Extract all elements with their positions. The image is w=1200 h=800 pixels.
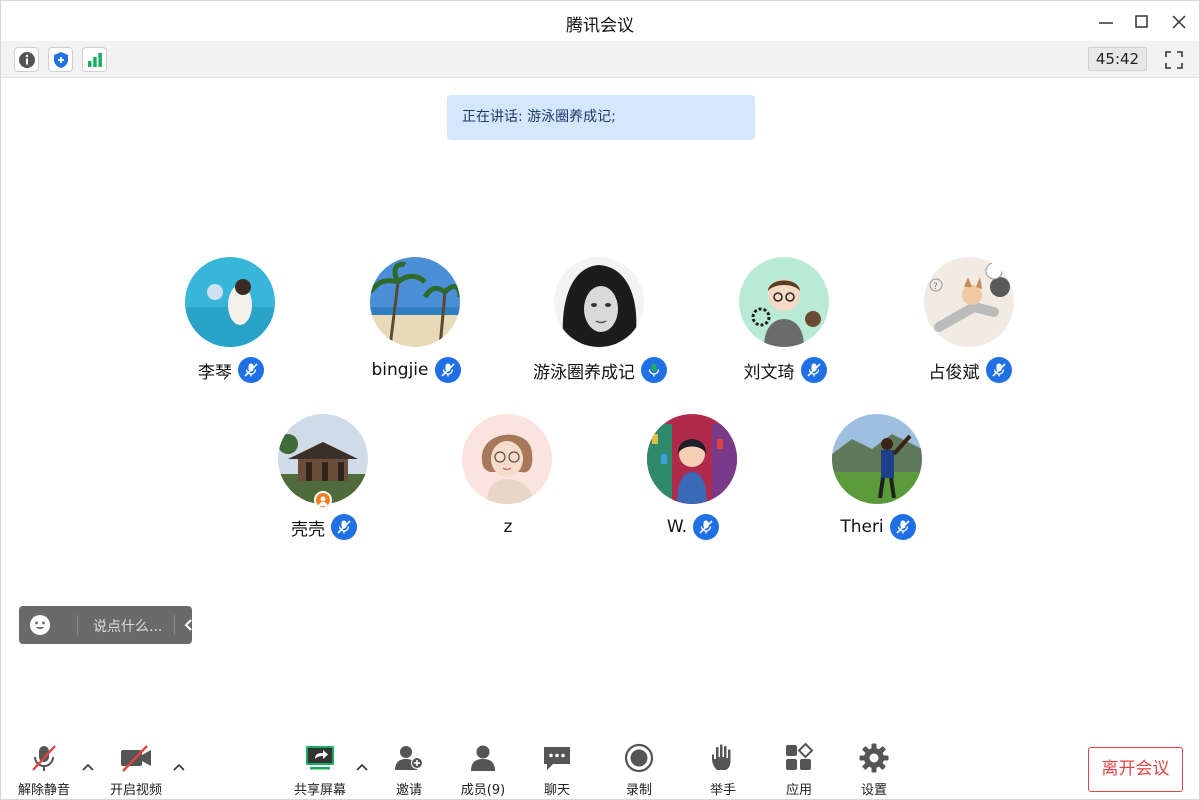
shield-icon — [53, 51, 68, 68]
participant-name: 壳壳 — [291, 519, 325, 540]
mic-muted-icon — [434, 357, 461, 383]
tool-label: 邀请 — [395, 783, 422, 798]
mic-off-icon — [27, 741, 61, 775]
meeting-timer: 45:42 — [1088, 47, 1147, 71]
mic-active-icon — [641, 357, 667, 383]
mic-muted-icon — [693, 514, 720, 540]
speaking-indicator: 正在讲话: 游泳圈养成记; — [447, 95, 755, 140]
start-video-button[interactable]: 开启视频 — [101, 741, 171, 798]
participant-tile[interactable]: 游泳圈养成记 — [508, 252, 692, 406]
members-icon — [466, 741, 500, 775]
chat-quick-input[interactable]: 说点什么... — [19, 606, 192, 644]
avatar — [462, 414, 552, 504]
record-icon — [622, 741, 656, 775]
participant-tile[interactable]: 李琴 — [139, 252, 323, 406]
svg-text:?: ? — [933, 282, 938, 292]
avatar — [647, 414, 737, 504]
tool-label: 共享屏幕 — [293, 783, 346, 798]
mic-muted-icon — [985, 357, 1012, 383]
avatar — [739, 257, 829, 347]
participant-name: bingjie — [371, 360, 429, 380]
raise-hand-button[interactable]: 举手 — [688, 741, 758, 798]
divider — [77, 615, 78, 635]
participant-tile[interactable]: W. — [601, 409, 785, 563]
chevron-up-icon[interactable] — [171, 759, 187, 775]
video-off-icon — [119, 741, 153, 775]
fullscreen-button[interactable] — [1161, 47, 1187, 72]
apps-button[interactable]: 应用 — [764, 741, 834, 798]
meeting-toolbar: 解除静音 开启视频 共享屏幕 邀请 成员(9) 聊天 录制 举手 应用 设置 离… — [1, 731, 1199, 799]
participant-name: 刘文琦 — [743, 362, 795, 383]
participant-tile[interactable]: ? 占俊斌 — [878, 252, 1062, 406]
participant-name: z — [503, 517, 513, 537]
meeting-info-button[interactable] — [14, 47, 39, 72]
tool-label: 开启视频 — [109, 783, 162, 798]
chat-icon — [540, 741, 574, 775]
share-screen-button[interactable]: 共享屏幕 — [285, 741, 355, 798]
maximize-button[interactable] — [1129, 9, 1155, 35]
share-screen-icon — [303, 741, 337, 775]
tool-label: 解除静音 — [17, 783, 70, 798]
chevron-up-icon[interactable] — [354, 759, 370, 775]
mic-muted-icon — [800, 357, 827, 383]
participant-tile[interactable]: bingjie — [324, 252, 508, 406]
emoji-icon[interactable] — [29, 614, 51, 636]
members-button[interactable]: 成员(9) — [448, 741, 518, 798]
participant-name: W. — [666, 517, 688, 537]
window-title: 腾讯会议 — [566, 16, 634, 36]
participant-name: Theri — [840, 517, 884, 537]
participant-name: 占俊斌 — [928, 362, 980, 383]
mic-muted-icon — [238, 357, 264, 383]
tool-label: 聊天 — [543, 783, 570, 798]
gear-icon — [857, 741, 891, 775]
apps-icon — [782, 741, 816, 775]
info-bar: 45:42 — [1, 41, 1199, 78]
mic-muted-icon — [331, 514, 357, 540]
divider — [174, 615, 175, 635]
host-badge — [314, 491, 332, 509]
mic-muted-icon — [889, 514, 916, 540]
tool-label: 设置 — [860, 783, 887, 798]
invite-button[interactable]: 邀请 — [374, 741, 444, 798]
avatar: ? — [924, 257, 1014, 347]
signal-icon — [87, 52, 102, 67]
info-icon — [18, 51, 35, 68]
maximize-icon — [1135, 15, 1148, 28]
unmute-button[interactable]: 解除静音 — [9, 741, 79, 798]
chevron-left-icon[interactable] — [182, 617, 196, 633]
tool-label: 应用 — [785, 783, 812, 798]
participant-tile[interactable]: 壳壳 — [232, 409, 416, 563]
record-button[interactable]: 录制 — [604, 741, 674, 798]
participant-tile[interactable]: Theri — [786, 409, 970, 563]
hand-icon — [706, 741, 740, 775]
avatar — [554, 257, 644, 347]
participant-tile[interactable]: z — [416, 409, 600, 563]
avatar — [832, 414, 922, 504]
avatar — [370, 257, 460, 347]
settings-button[interactable]: 设置 — [839, 741, 909, 798]
minimize-icon — [1099, 22, 1113, 24]
chevron-up-icon[interactable] — [80, 759, 96, 775]
title-bar: 腾讯会议 — [1, 1, 1199, 41]
leave-meeting-button[interactable]: 离开会议 — [1088, 747, 1183, 792]
close-button[interactable] — [1166, 9, 1192, 35]
tool-label: 举手 — [709, 783, 736, 798]
close-icon — [1172, 15, 1186, 29]
tool-label: 成员(9) — [460, 783, 506, 798]
add-user-icon — [392, 741, 426, 775]
chat-placeholder[interactable]: 说点什么... — [93, 616, 162, 636]
minimize-button[interactable] — [1093, 9, 1119, 35]
participant-name: 李琴 — [198, 362, 232, 383]
network-status-button[interactable] — [82, 47, 107, 72]
security-button[interactable] — [48, 47, 73, 72]
fullscreen-icon — [1165, 50, 1183, 69]
avatar — [185, 257, 275, 347]
participant-tile[interactable]: 刘文琦 — [693, 252, 877, 406]
meeting-window: 腾讯会议 45:42 正在讲话: 游泳圈养成记; 李琴 bingjie 游泳圈养… — [0, 0, 1200, 800]
tool-label: 录制 — [625, 783, 652, 798]
participant-name: 游泳圈养成记 — [533, 362, 635, 383]
chat-button[interactable]: 聊天 — [522, 741, 592, 798]
